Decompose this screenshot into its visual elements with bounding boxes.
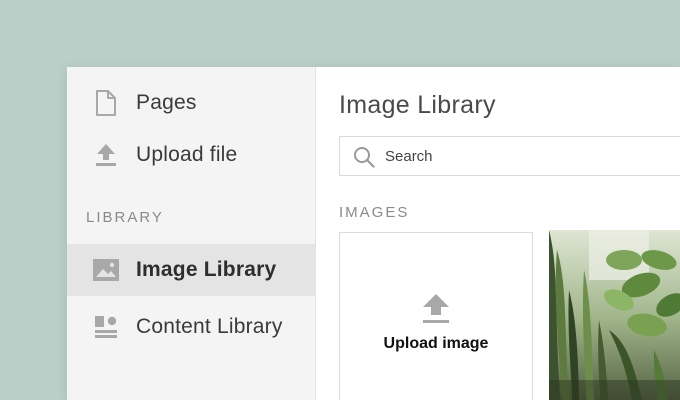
page-title: Image Library: [339, 91, 496, 119]
search-box[interactable]: [339, 136, 680, 176]
sidebar-item-content-library[interactable]: Content Library: [67, 301, 315, 353]
library-window: Pages Upload file LIBRARY Image Library: [67, 67, 680, 400]
sidebar-item-image-library[interactable]: Image Library: [67, 244, 315, 296]
sidebar-item-label: Image Library: [136, 258, 277, 281]
sidebar-item-upload-file[interactable]: Upload file: [67, 129, 315, 181]
sidebar-item-pages[interactable]: Pages: [67, 77, 315, 129]
main-panel: Image Library IMAGES Upload image: [317, 67, 680, 400]
sidebar-item-label: Content Library: [136, 315, 283, 338]
search-icon: [353, 146, 375, 168]
upload-icon: [93, 142, 119, 168]
page-icon: [93, 90, 119, 116]
sidebar-item-label: Pages: [136, 91, 197, 114]
sidebar: Pages Upload file LIBRARY Image Library: [67, 67, 316, 400]
upload-icon: [421, 293, 451, 325]
upload-image-label: Upload image: [383, 335, 489, 352]
image-icon: [93, 257, 119, 283]
image-thumbnail-plant[interactable]: [549, 230, 680, 400]
upload-image-card[interactable]: Upload image: [339, 232, 533, 400]
sidebar-item-label: Upload file: [136, 143, 238, 166]
plant-photo: [549, 230, 680, 400]
search-input[interactable]: [385, 137, 680, 175]
content-blocks-icon: [93, 314, 119, 340]
section-label-library: LIBRARY: [86, 209, 164, 226]
section-label-images: IMAGES: [339, 204, 410, 221]
